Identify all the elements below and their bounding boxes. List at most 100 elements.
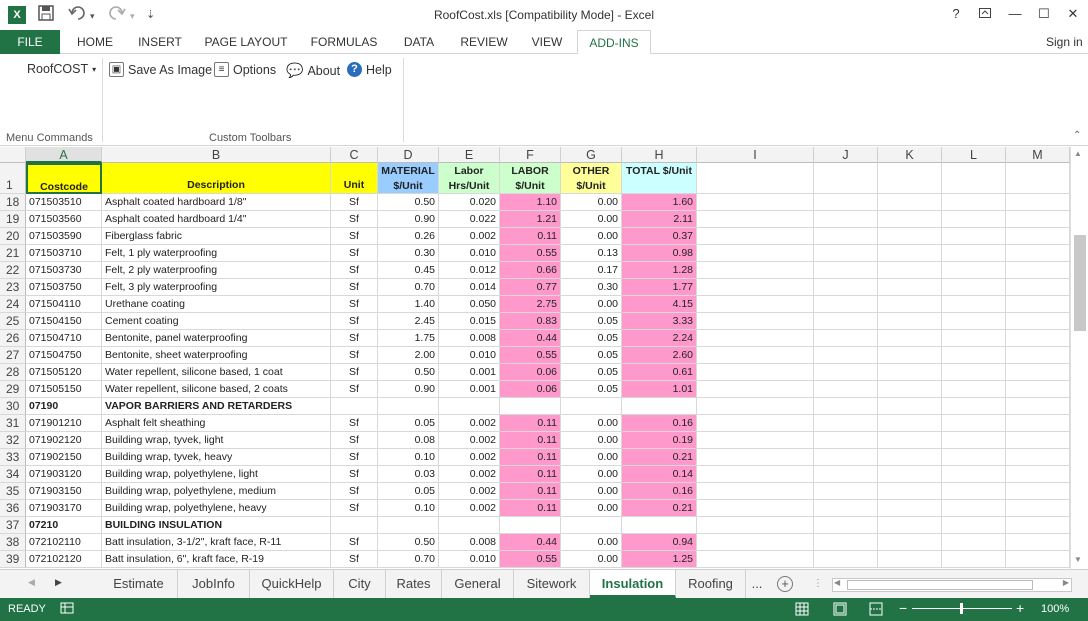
cell-oth[interactable]: 0.00 — [561, 466, 622, 483]
empty-cell[interactable] — [942, 500, 1006, 517]
cell-oth[interactable]: 0.05 — [561, 381, 622, 398]
empty-cell[interactable] — [942, 296, 1006, 313]
cell-unit[interactable]: Sf — [331, 347, 378, 364]
cell-desc[interactable]: Asphalt coated hardboard 1/8" — [102, 194, 331, 211]
cell-mat[interactable]: 0.50 — [378, 534, 439, 551]
row-header[interactable]: 27 — [0, 347, 26, 364]
empty-cell[interactable] — [814, 262, 878, 279]
cell-desc[interactable]: VAPOR BARRIERS AND RETARDERS — [102, 398, 331, 415]
cell-code[interactable]: 071505150 — [26, 381, 102, 398]
cell-tot[interactable]: 0.14 — [622, 466, 697, 483]
cell-mat[interactable]: 0.05 — [378, 415, 439, 432]
spreadsheet-grid[interactable]: A B C D E F G H I J K L M 1 Costcode Description Unit MAT… — [0, 147, 1070, 569]
empty-cell[interactable] — [814, 398, 878, 415]
cell-oth[interactable]: 0.00 — [561, 449, 622, 466]
vertical-scrollbar[interactable]: ▲ ▼ — [1070, 147, 1088, 569]
cell-lab[interactable]: 0.83 — [500, 313, 561, 330]
cell-hrs[interactable] — [439, 517, 500, 534]
cell-oth[interactable]: 0.17 — [561, 262, 622, 279]
cell-unit[interactable]: Sf — [331, 483, 378, 500]
cell-unit[interactable]: Sf — [331, 228, 378, 245]
header-cell-a[interactable]: Costcode — [26, 163, 102, 194]
empty-cell[interactable] — [697, 245, 814, 262]
split-handle-icon[interactable]: ⋮ — [813, 578, 823, 589]
empty-cell[interactable] — [942, 228, 1006, 245]
cell-mat[interactable]: 0.50 — [378, 194, 439, 211]
roofcost-menu-button[interactable]: RoofCOST ▾ — [27, 62, 96, 76]
cell-desc[interactable]: Felt, 2 ply waterproofing — [102, 262, 331, 279]
select-all-corner[interactable] — [0, 147, 26, 163]
empty-cell[interactable] — [942, 364, 1006, 381]
cell-unit[interactable]: Sf — [331, 449, 378, 466]
cell-tot[interactable]: 0.21 — [622, 449, 697, 466]
empty-cell[interactable] — [697, 364, 814, 381]
cell-tot[interactable]: 1.60 — [622, 194, 697, 211]
column-header-a[interactable]: A — [26, 147, 102, 163]
empty-cell[interactable] — [697, 517, 814, 534]
cell-code[interactable]: 072102110 — [26, 534, 102, 551]
cell-mat[interactable]: 0.10 — [378, 500, 439, 517]
row-header[interactable]: 29 — [0, 381, 26, 398]
about-button[interactable]: 💬 About — [286, 62, 340, 79]
empty-cell[interactable] — [697, 296, 814, 313]
cell-mat[interactable]: 2.45 — [378, 313, 439, 330]
cell-unit[interactable]: Sf — [331, 381, 378, 398]
empty-cell[interactable] — [814, 466, 878, 483]
cell-lab[interactable]: 1.10 — [500, 194, 561, 211]
cell-hrs[interactable]: 0.010 — [439, 245, 500, 262]
cell-lab[interactable]: 0.55 — [500, 551, 561, 568]
cell-lab[interactable]: 0.55 — [500, 347, 561, 364]
empty-cell[interactable] — [814, 211, 878, 228]
cell-code[interactable]: 071504750 — [26, 347, 102, 364]
empty-cell[interactable] — [942, 517, 1006, 534]
cell-unit[interactable]: Sf — [331, 364, 378, 381]
cell-hrs[interactable]: 0.001 — [439, 364, 500, 381]
empty-cell[interactable] — [814, 245, 878, 262]
empty-cell[interactable] — [942, 449, 1006, 466]
cell-code[interactable]: 071503750 — [26, 279, 102, 296]
cell-desc[interactable]: Fiberglass fabric — [102, 228, 331, 245]
cell-tot[interactable]: 0.98 — [622, 245, 697, 262]
cell-hrs[interactable]: 0.008 — [439, 534, 500, 551]
minimize-icon[interactable]: — — [1000, 3, 1030, 25]
cell-mat[interactable]: 0.45 — [378, 262, 439, 279]
cell-desc[interactable]: Urethane coating — [102, 296, 331, 313]
normal-view-icon[interactable] — [795, 602, 809, 619]
empty-cell[interactable] — [878, 364, 942, 381]
column-header-c[interactable]: C — [331, 147, 378, 163]
cell-lab[interactable]: 0.06 — [500, 364, 561, 381]
cell-mat[interactable]: 0.08 — [378, 432, 439, 449]
options-button[interactable]: ≡ Options — [214, 62, 276, 77]
row-header[interactable]: 24 — [0, 296, 26, 313]
cell-hrs[interactable]: 0.015 — [439, 313, 500, 330]
sheet-tab-estimate[interactable]: Estimate — [100, 570, 178, 598]
empty-cell[interactable] — [697, 432, 814, 449]
column-header-g[interactable]: G — [561, 147, 622, 163]
empty-cell[interactable] — [1006, 466, 1070, 483]
empty-cell[interactable] — [878, 347, 942, 364]
empty-cell[interactable] — [697, 228, 814, 245]
cell-code[interactable]: 071901210 — [26, 415, 102, 432]
cell-unit[interactable]: Sf — [331, 466, 378, 483]
cell-tot[interactable]: 2.11 — [622, 211, 697, 228]
empty-cell[interactable] — [814, 534, 878, 551]
header-cell-b[interactable]: Description — [102, 163, 331, 194]
cell-hrs[interactable]: 0.001 — [439, 381, 500, 398]
more-sheets-button[interactable]: ... — [745, 570, 769, 598]
cell-code[interactable]: 07210 — [26, 517, 102, 534]
cell-unit[interactable]: Sf — [331, 194, 378, 211]
sheet-tab-city[interactable]: City — [334, 570, 386, 598]
empty-cell[interactable] — [878, 449, 942, 466]
scroll-down-icon[interactable]: ▼ — [1074, 555, 1082, 564]
cell-code[interactable]: 071903150 — [26, 483, 102, 500]
cell-unit[interactable]: Sf — [331, 551, 378, 568]
empty-cell[interactable] — [1006, 211, 1070, 228]
cell-desc[interactable]: Asphalt coated hardboard 1/4" — [102, 211, 331, 228]
empty-cell[interactable] — [942, 432, 1006, 449]
header-cell-e[interactable]: Labor Hrs/Unit — [439, 163, 500, 194]
cell-lab[interactable]: 0.11 — [500, 228, 561, 245]
row-header[interactable]: 26 — [0, 330, 26, 347]
row-header[interactable]: 25 — [0, 313, 26, 330]
cell-lab[interactable]: 2.75 — [500, 296, 561, 313]
empty-cell[interactable] — [1006, 330, 1070, 347]
